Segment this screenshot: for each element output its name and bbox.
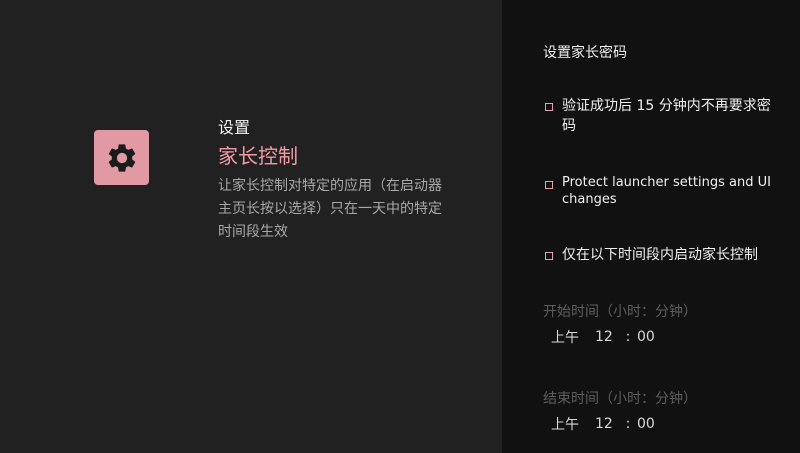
time-separator: : xyxy=(625,329,631,345)
option-label: 验证成功后 15 分钟内不再要求密码 xyxy=(562,98,771,134)
page-title: 家长控制 xyxy=(218,144,298,168)
time-separator: : xyxy=(625,416,631,432)
end-hour-field[interactable]: 12 xyxy=(595,416,619,432)
checkbox-icon[interactable] xyxy=(545,181,553,189)
settings-panel: 设置家长密码 验证成功后 15 分钟内不再要求密码 Protect launch… xyxy=(502,0,800,453)
page-description: 让家长控制对特定的应用（在启动器主页长按以选择）只在一天中的特定时间段生效 xyxy=(218,178,442,240)
start-time-label: 开始时间（小时：分钟） xyxy=(543,304,697,320)
parental-control-screen: 设置 家长控制 让家长控制对特定的应用（在启动器主页长按以选择）只在一天中的特定… xyxy=(0,0,800,453)
start-time-picker[interactable]: 上午 12 : 00 xyxy=(551,327,661,347)
set-parent-password-button[interactable]: 设置家长密码 xyxy=(543,42,627,62)
end-time-label: 结束时间（小时：分钟） xyxy=(543,391,697,407)
time-window-only-option[interactable]: 仅在以下时间段内启动家长控制 xyxy=(545,245,774,265)
settings-app-icon xyxy=(94,130,149,185)
option-label: Protect launcher settings and UI changes xyxy=(562,175,771,207)
start-ampm-field[interactable]: 上午 xyxy=(551,327,595,347)
start-minute-field[interactable]: 00 xyxy=(637,329,661,345)
start-hour-field[interactable]: 12 xyxy=(595,329,619,345)
gear-icon xyxy=(108,143,135,172)
info-panel: 设置 家长控制 让家长控制对特定的应用（在启动器主页长按以选择）只在一天中的特定… xyxy=(0,0,502,453)
checkbox-icon[interactable] xyxy=(545,103,553,111)
end-time-picker[interactable]: 上午 12 : 00 xyxy=(551,414,661,434)
checkbox-icon[interactable] xyxy=(545,252,553,260)
option-label: 仅在以下时间段内启动家长控制 xyxy=(562,247,758,263)
breadcrumb: 设置 xyxy=(218,118,251,137)
protect-launcher-settings-option[interactable]: Protect launcher settings and UI changes xyxy=(545,174,774,208)
end-ampm-field[interactable]: 上午 xyxy=(551,414,595,434)
no-password-15min-option[interactable]: 验证成功后 15 分钟内不再要求密码 xyxy=(545,96,774,136)
end-minute-field[interactable]: 00 xyxy=(637,416,661,432)
